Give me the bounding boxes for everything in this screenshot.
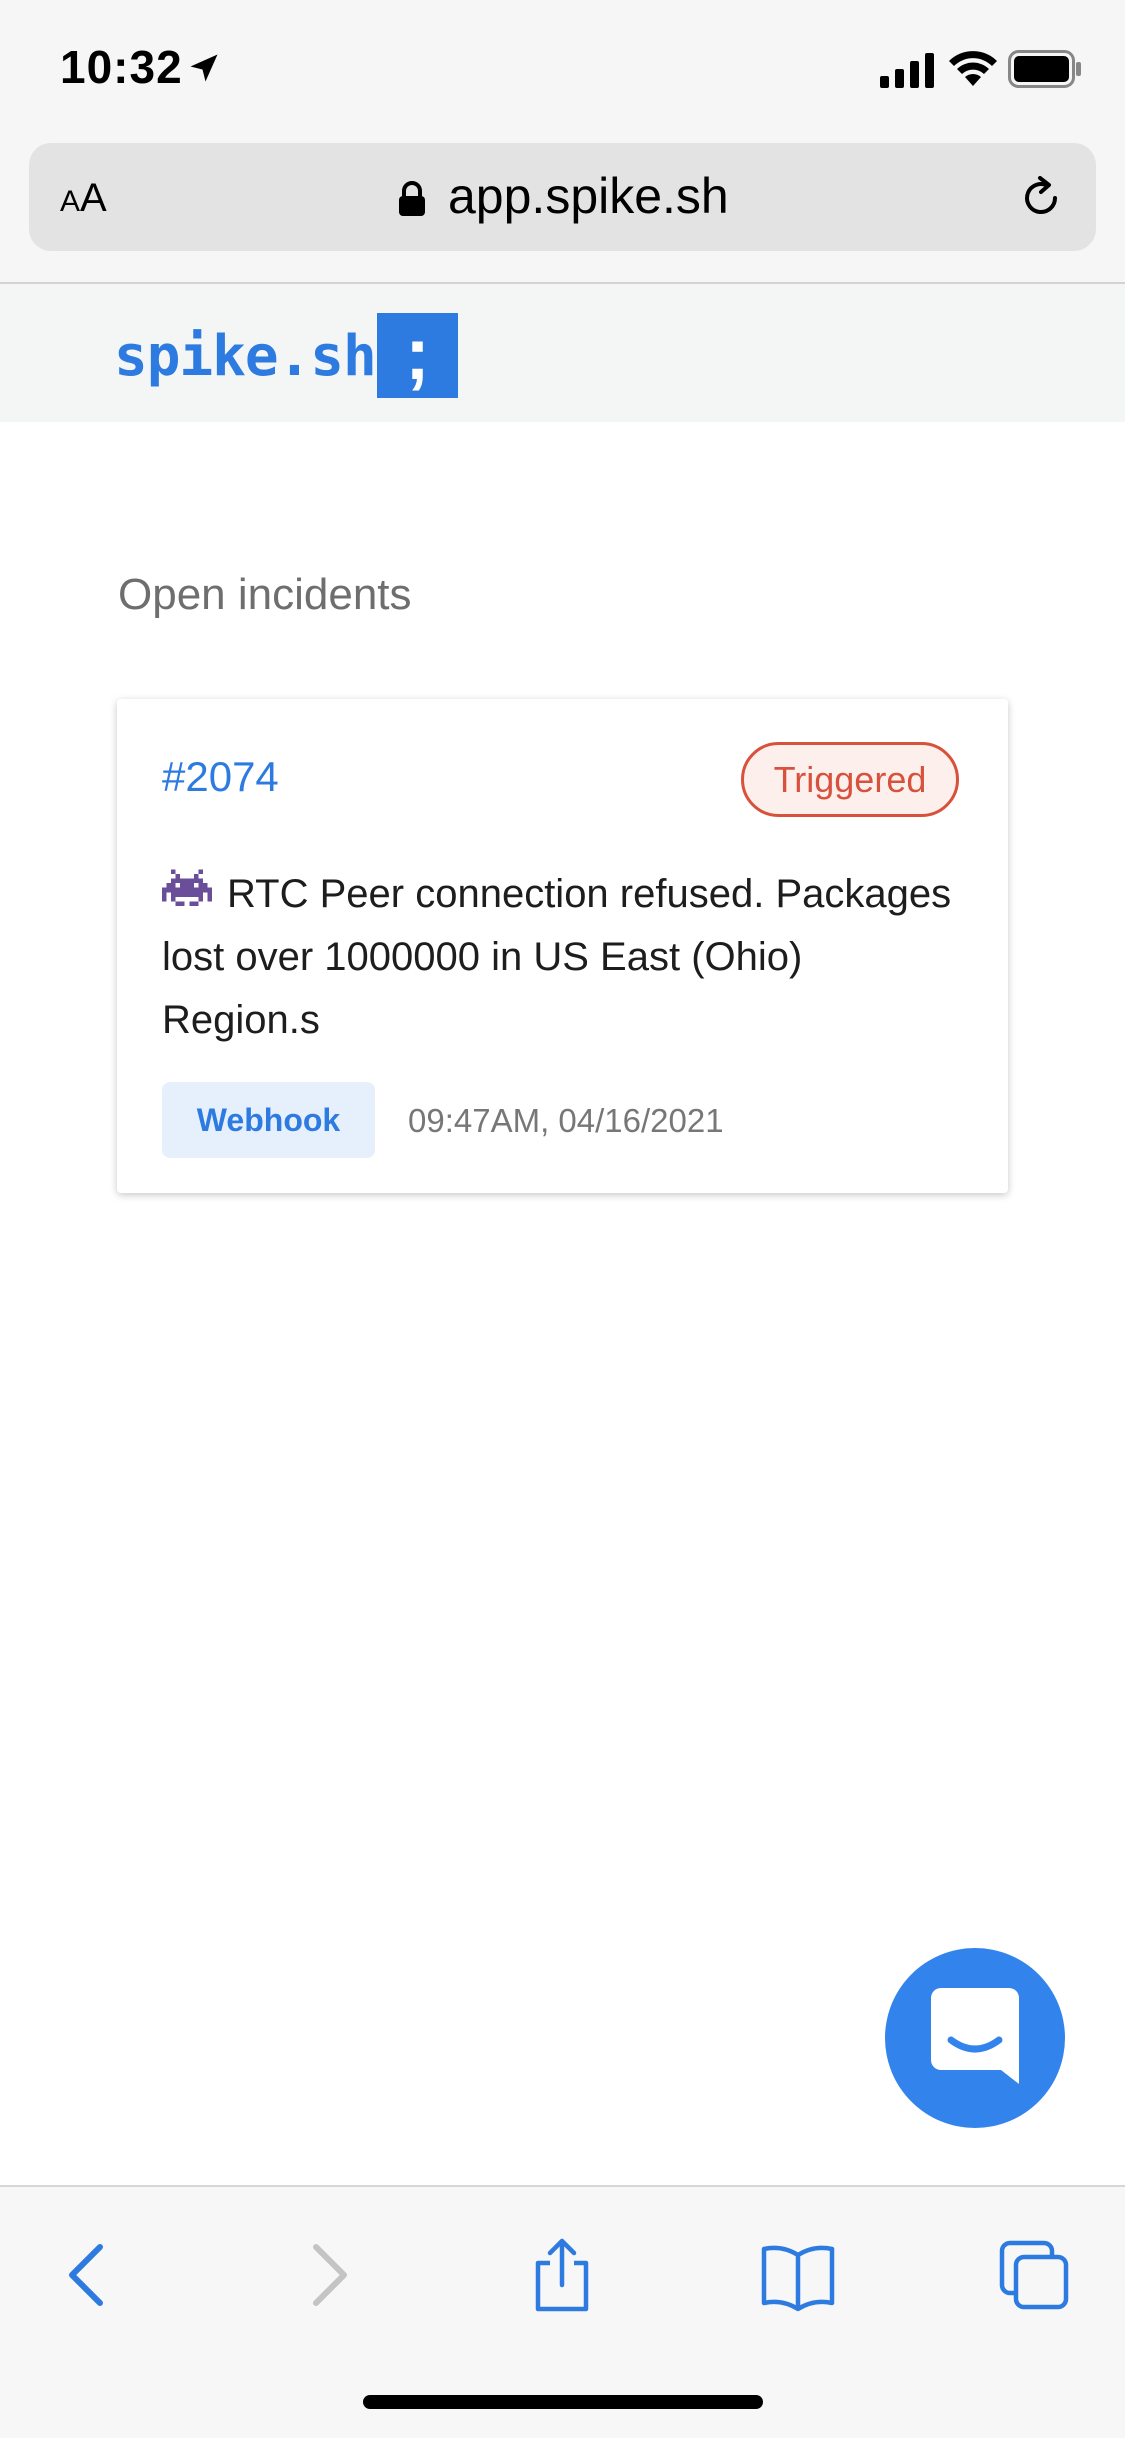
brand-logo-mark[interactable]: ; (377, 313, 458, 398)
incident-id-link[interactable]: #2074 (162, 753, 279, 801)
source-tag[interactable]: Webhook (162, 1082, 375, 1158)
bookmarks-icon[interactable] (760, 2237, 836, 2313)
battery-icon (1008, 50, 1081, 88)
chat-launcher-button[interactable] (885, 1948, 1065, 2128)
cellular-signal-icon (880, 53, 934, 88)
browser-address-area: AA app.spike.sh (0, 138, 1125, 283)
text-size-button[interactable]: AA (60, 176, 107, 221)
incident-card[interactable]: #2074 Triggered RTC Peer connection refu… (117, 699, 1008, 1193)
incident-message: RTC Peer connection refused. Packages lo… (162, 872, 952, 1042)
reload-icon[interactable] (1016, 173, 1066, 223)
forward-icon[interactable] (290, 2237, 366, 2313)
back-icon[interactable] (50, 2237, 126, 2313)
app-header: spike.sh ; (0, 284, 1125, 422)
lock-icon (399, 181, 425, 216)
section-title: Open incidents (118, 570, 412, 619)
chat-icon (931, 1988, 1019, 2084)
brand-logo-text[interactable]: spike.sh (114, 324, 377, 389)
url-text[interactable]: app.spike.sh (448, 167, 729, 225)
status-bar: 10:32 (0, 0, 1125, 138)
location-arrow-icon (190, 54, 218, 82)
address-bar[interactable]: AA app.spike.sh (29, 143, 1096, 251)
home-indicator (363, 2395, 763, 2409)
share-icon[interactable] (524, 2237, 600, 2313)
wifi-icon (949, 51, 997, 86)
status-badge: Triggered (741, 742, 959, 817)
status-time: 10:32 (60, 41, 183, 93)
tabs-icon[interactable] (996, 2237, 1072, 2313)
incident-timestamp: 09:47AM, 04/16/2021 (408, 1102, 724, 1139)
